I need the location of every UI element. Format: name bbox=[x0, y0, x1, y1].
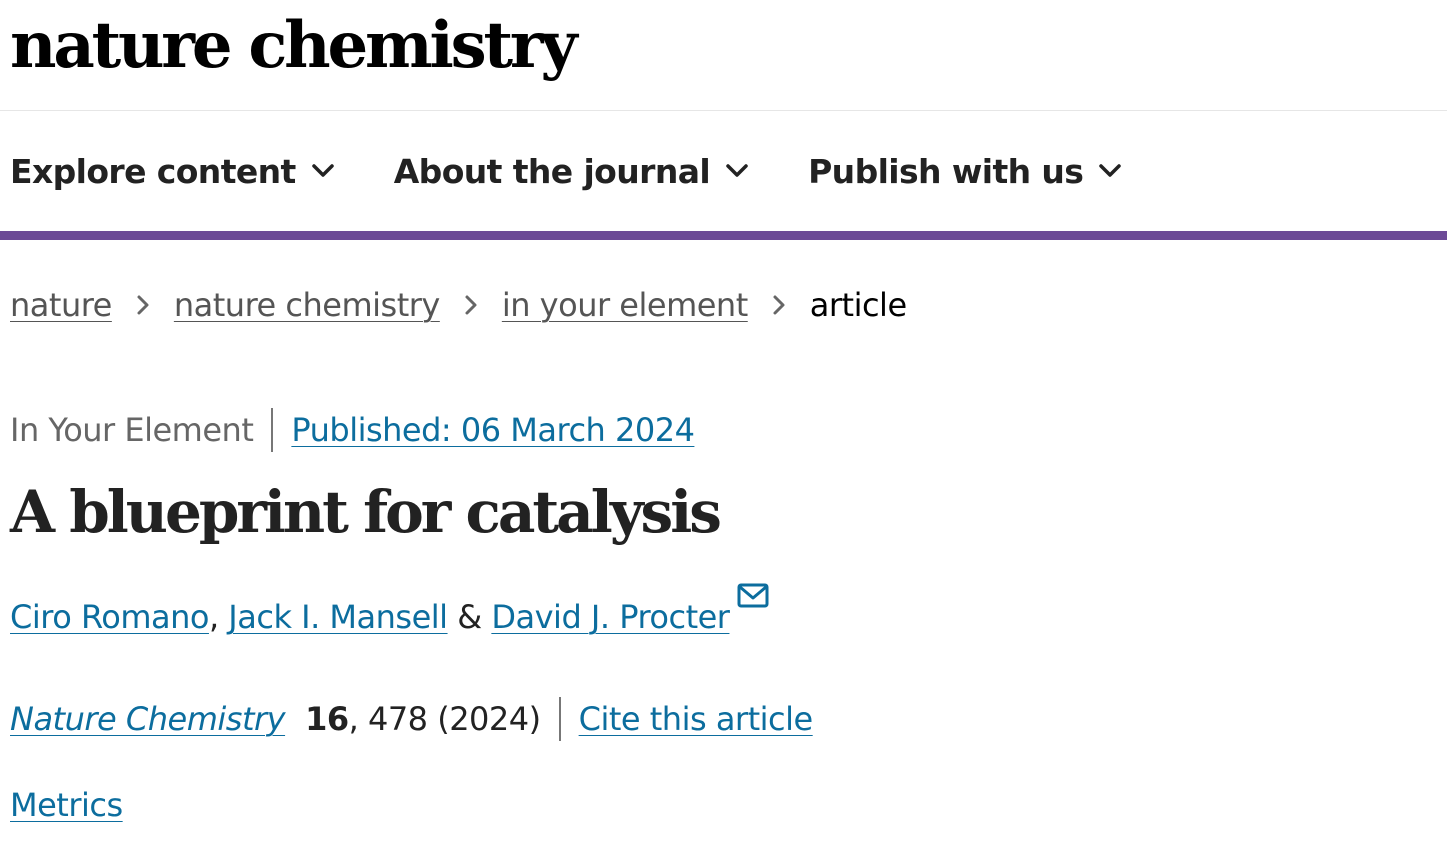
journal-link[interactable]: Nature Chemistry bbox=[10, 700, 286, 738]
citation-divider bbox=[558, 697, 561, 741]
meta-divider bbox=[271, 408, 274, 452]
chevron-down-icon bbox=[726, 164, 748, 177]
chevron-right-icon bbox=[137, 295, 149, 315]
article-type: In Your Element bbox=[10, 411, 254, 449]
chevron-down-icon bbox=[311, 164, 334, 177]
breadcrumb-nature-chemistry[interactable]: nature chemistry bbox=[174, 286, 440, 324]
nav-publish-with-us[interactable]: Publish with us bbox=[808, 152, 1125, 191]
pages-year: , 478 (2024) bbox=[348, 700, 542, 738]
breadcrumb-in-your-element[interactable]: in your element bbox=[502, 286, 748, 324]
author-separator: & bbox=[447, 598, 492, 636]
article-title: A blueprint for catalysis bbox=[10, 478, 722, 546]
mail-icon[interactable] bbox=[737, 582, 769, 610]
author-link[interactable]: Ciro Romano bbox=[10, 598, 209, 636]
breadcrumb-current: article bbox=[809, 286, 907, 324]
chevron-down-icon bbox=[1099, 164, 1122, 177]
nav-about-journal-label: About the journal bbox=[393, 151, 711, 191]
breadcrumb: nature nature chemistry in your element … bbox=[10, 286, 907, 324]
citation-line: Nature Chemistry 16 , 478 (2024) Cite th… bbox=[10, 697, 813, 741]
nav-about-journal[interactable]: About the journal bbox=[394, 152, 752, 191]
author-link[interactable]: Jack I. Mansell bbox=[228, 598, 448, 636]
main-nav: Explore content About the journal Publis… bbox=[0, 111, 1447, 240]
metrics-link[interactable]: Metrics bbox=[10, 786, 123, 824]
journal-logo[interactable]: nature chemistry bbox=[10, 6, 578, 86]
metrics-section: Metrics bbox=[10, 786, 123, 824]
chevron-right-icon bbox=[465, 295, 477, 315]
breadcrumb-nature[interactable]: nature bbox=[10, 286, 112, 324]
nav-publish-with-us-label: Publish with us bbox=[808, 151, 1084, 191]
nav-explore-content[interactable]: Explore content bbox=[10, 152, 338, 191]
published-date-link[interactable]: Published: 06 March 2024 bbox=[291, 411, 695, 449]
article-meta: In Your Element Published: 06 March 2024 bbox=[10, 408, 695, 452]
author-list: Ciro Romano , Jack I. Mansell & David J.… bbox=[10, 583, 769, 636]
volume-number: 16 bbox=[305, 700, 349, 738]
cite-this-article-link[interactable]: Cite this article bbox=[579, 700, 814, 738]
nav-explore-content-label: Explore content bbox=[10, 151, 296, 191]
site-header: nature chemistry bbox=[0, 0, 1447, 111]
author-link[interactable]: David J. Procter bbox=[491, 598, 730, 636]
author-separator: , bbox=[208, 598, 229, 636]
chevron-right-icon bbox=[773, 295, 785, 315]
